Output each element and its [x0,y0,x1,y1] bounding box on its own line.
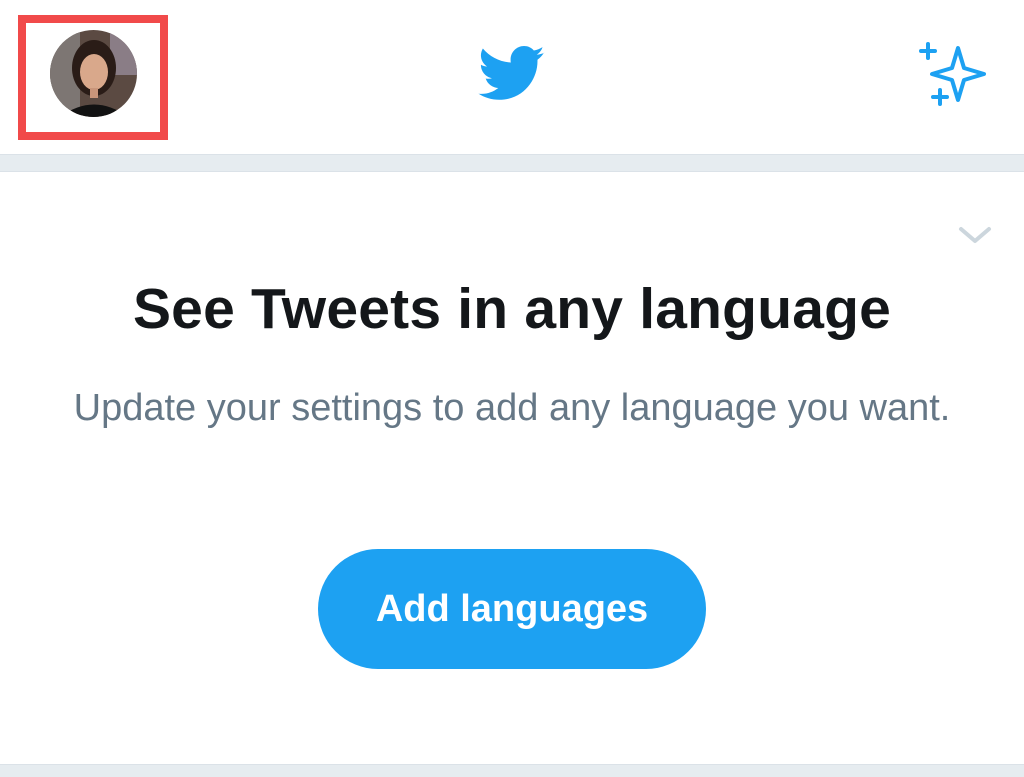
add-languages-button[interactable]: Add languages [318,549,706,669]
twitter-logo-icon[interactable] [478,46,546,102]
chevron-down-icon[interactable] [955,222,995,248]
section-divider [0,154,1024,172]
prompt-subtitle: Update your settings to add any language… [73,387,951,429]
profile-avatar[interactable] [50,30,137,117]
bottom-divider [0,764,1024,777]
language-prompt-card: See Tweets in any language Update your s… [0,172,1024,764]
avatar-photo-icon [50,30,137,117]
top-navigation-bar [0,0,1024,154]
prompt-title: See Tweets in any language [132,277,892,341]
sparkle-icon[interactable] [918,40,992,110]
